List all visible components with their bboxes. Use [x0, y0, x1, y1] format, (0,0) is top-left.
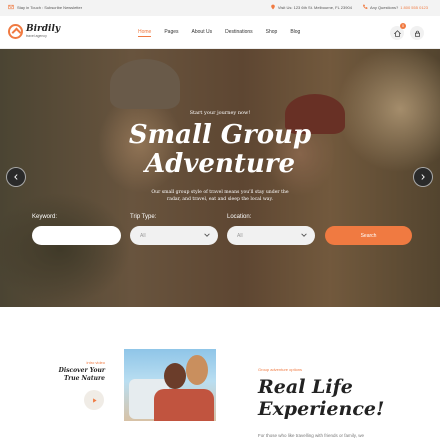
question-label: Any Questions?: [369, 4, 399, 10]
group-photo: [124, 349, 216, 421]
nav-shop[interactable]: Shop: [266, 29, 278, 37]
chevron-down-icon: [204, 233, 210, 237]
hero-kicker: Start your journey now!: [189, 110, 251, 116]
location-select[interactable]: All: [227, 226, 315, 245]
newsletter-text: Stay in Touch : Subscribe Newsletter: [17, 4, 83, 10]
hero-title: Small Group Adventure: [0, 121, 440, 179]
about-text: For those who like travelling with frien…: [258, 433, 364, 438]
about-title-line: Experience!: [258, 398, 385, 420]
logo-bird-icon: [8, 24, 23, 39]
location-label: Location:: [227, 214, 252, 220]
video-title-line: True Nature: [64, 375, 105, 382]
logo-name: Birdily: [26, 23, 61, 34]
slider-next-button[interactable]: [413, 167, 433, 187]
mail-icon: [8, 4, 14, 10]
site-header: Birdily travel agency Home Pages About U…: [0, 16, 440, 49]
photo-shape: [164, 363, 186, 389]
address-info: Visit Us: 123 6th St. Melbourne, FL 2390…: [270, 4, 352, 10]
play-video-button[interactable]: [84, 390, 104, 410]
lock-icon: [414, 30, 420, 37]
about-title-line: Real Life: [258, 376, 353, 398]
nav-about-us[interactable]: About Us: [192, 29, 213, 37]
logo[interactable]: Birdily travel agency: [8, 24, 60, 39]
search-button[interactable]: Search: [325, 226, 412, 245]
hero-banner: Start your journey now! Small Group Adve…: [0, 49, 440, 307]
chevron-down-icon: [301, 233, 307, 237]
phone-number[interactable]: 1 800 555 0123: [400, 5, 428, 10]
nav-home[interactable]: Home: [138, 29, 152, 37]
hero-title-line: Small Group: [128, 120, 312, 150]
nav-destinations[interactable]: Destinations: [225, 29, 253, 37]
nav-blog[interactable]: Blog: [290, 29, 300, 37]
top-bar: Stay in Touch : Subscribe Newsletter Vis…: [0, 0, 440, 16]
address-text: Visit Us: 123 6th St. Melbourne, FL 2390…: [277, 4, 352, 10]
trip-type-label: Trip Type:: [130, 214, 157, 220]
location-value: All: [237, 232, 243, 239]
hero-description-line: radar, and travel, eat and sleep the loc…: [167, 197, 273, 202]
play-icon: [92, 397, 97, 403]
phone-icon: [363, 4, 368, 9]
about-section: intro video Discover Your True Nature Gr…: [0, 307, 440, 440]
cart-button[interactable]: 0: [390, 23, 406, 40]
video-label: intro video: [86, 360, 105, 365]
location-pin-icon: [271, 4, 275, 10]
account-button[interactable]: [410, 26, 424, 40]
hero-description-line: Our small group style of travel means yo…: [151, 190, 289, 195]
about-title: Real Life Experience!: [258, 376, 384, 420]
phone-info[interactable]: Any Questions? 1 800 555 0123: [362, 4, 428, 10]
video-title-line: Discover Your: [58, 367, 105, 374]
trip-type-value: All: [140, 232, 146, 239]
chevron-right-icon: [421, 174, 425, 180]
home-icon: [393, 29, 401, 37]
trip-type-select[interactable]: All: [130, 226, 218, 245]
logo-tagline: travel agency: [26, 33, 47, 38]
newsletter-link[interactable]: Stay in Touch : Subscribe Newsletter: [8, 4, 82, 10]
photo-shape: [186, 355, 208, 385]
slider-prev-button[interactable]: [6, 167, 26, 187]
nav-pages[interactable]: Pages: [164, 29, 178, 37]
hero-description: Our small group style of travel means yo…: [140, 189, 300, 203]
keyword-input[interactable]: [32, 226, 121, 245]
about-kicker: Group adventure options: [258, 367, 303, 372]
keyword-label: Keyword:: [32, 214, 58, 220]
cart-count-badge: 0: [400, 23, 406, 29]
chevron-left-icon: [14, 174, 18, 180]
hero-title-line: Adventure: [144, 149, 296, 179]
photo-shape: [154, 389, 214, 421]
main-nav: Home Pages About Us Destinations Shop Bl…: [138, 29, 300, 37]
video-title: Discover Your True Nature: [40, 367, 105, 383]
